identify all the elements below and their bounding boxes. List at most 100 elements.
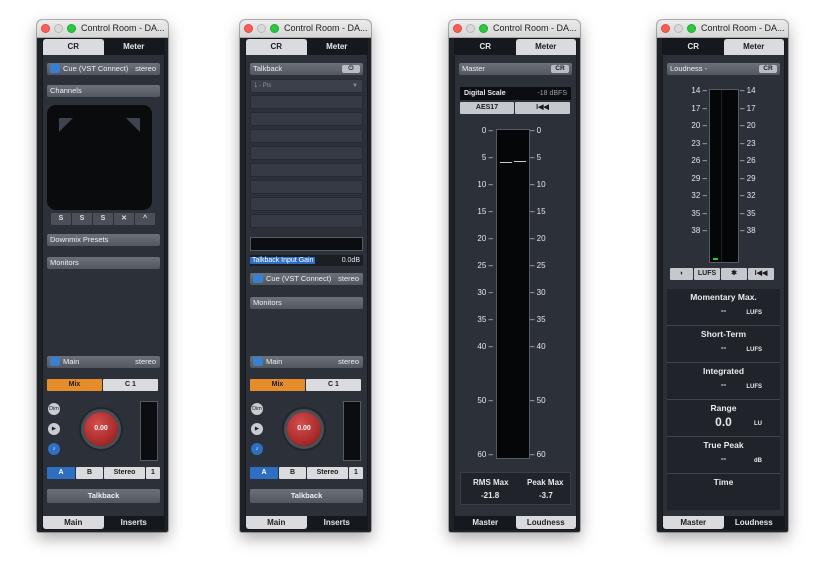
- reference-level-icon[interactable]: ♪: [48, 443, 60, 455]
- tab-meter[interactable]: Meter: [723, 39, 784, 55]
- channels-section[interactable]: Channels: [47, 85, 160, 97]
- reset-button[interactable]: I◀◀: [515, 102, 570, 114]
- surround-panner[interactable]: [47, 105, 152, 210]
- solo-button-3[interactable]: S: [93, 213, 113, 225]
- a-button[interactable]: A: [47, 467, 75, 479]
- window-title: Control Room - DA...: [701, 23, 785, 33]
- minimize-button[interactable]: [54, 24, 63, 33]
- speaker-icon[interactable]: ▶: [48, 423, 60, 435]
- main-selector[interactable]: Main stereo: [250, 356, 363, 368]
- a-button[interactable]: A: [250, 467, 278, 479]
- tab-cr[interactable]: CR: [246, 39, 307, 55]
- pause-icon[interactable]: ◗: [670, 268, 693, 280]
- level-knob[interactable]: 0.00: [287, 412, 321, 446]
- monitors-section[interactable]: Monitors: [250, 297, 363, 309]
- talkback-header[interactable]: Talkback ⏻: [250, 63, 363, 75]
- meter-scale-right-50: – 50: [530, 396, 546, 405]
- tab-master[interactable]: Master: [663, 516, 724, 529]
- tab-loudness[interactable]: Loudness: [723, 516, 784, 529]
- power-icon[interactable]: [253, 357, 263, 366]
- cue-selector[interactable]: Cue (VST Connect) stereo: [47, 63, 160, 75]
- b-button[interactable]: B: [279, 467, 306, 479]
- monitors-section[interactable]: Monitors: [47, 257, 160, 269]
- tab-inserts[interactable]: Inserts: [103, 516, 164, 529]
- zoom-button[interactable]: [270, 24, 279, 33]
- tab-master[interactable]: Master: [455, 516, 516, 529]
- c1-button[interactable]: C 1: [103, 379, 158, 391]
- tab-main[interactable]: Main: [246, 516, 307, 529]
- talkback-button[interactable]: Talkback: [250, 489, 363, 503]
- insert-slot[interactable]: [250, 197, 363, 211]
- reset-button[interactable]: I◀◀: [748, 268, 774, 280]
- minimize-button[interactable]: [466, 24, 475, 33]
- talkback-button[interactable]: Talkback: [47, 489, 160, 503]
- loudness-selector[interactable]: Loudness - CR: [667, 63, 780, 75]
- up-button[interactable]: ^: [135, 213, 155, 225]
- cue-selector[interactable]: Cue (VST Connect) stereo: [250, 273, 363, 285]
- tab-meter[interactable]: Meter: [515, 39, 576, 55]
- close-button[interactable]: [661, 24, 670, 33]
- digital-scale-row[interactable]: Digital Scale -18 dBFS: [460, 87, 571, 100]
- insert-slot[interactable]: [250, 180, 363, 194]
- tab-main[interactable]: Main: [43, 516, 104, 529]
- tab-meter[interactable]: Meter: [103, 39, 164, 55]
- solo-button-1[interactable]: S: [51, 213, 71, 225]
- power-icon[interactable]: ⏻: [342, 65, 360, 73]
- meter-scale-right-30: – 30: [530, 288, 546, 297]
- lufs-button[interactable]: LUFS: [694, 268, 720, 280]
- tab-loudness[interactable]: Loudness: [515, 516, 576, 529]
- clear-button[interactable]: ✕: [114, 213, 134, 225]
- tab-cr[interactable]: CR: [43, 39, 104, 55]
- close-button[interactable]: [244, 24, 253, 33]
- settings-gear-icon[interactable]: ✱: [721, 268, 747, 280]
- loudness-scale-left-26: 26 –: [691, 156, 707, 165]
- downmix-presets[interactable]: Downmix Presets: [47, 234, 160, 246]
- one-button[interactable]: 1: [349, 467, 363, 479]
- power-icon[interactable]: [253, 274, 263, 283]
- insert-slot[interactable]: [250, 112, 363, 126]
- zoom-button[interactable]: [67, 24, 76, 33]
- close-button[interactable]: [453, 24, 462, 33]
- insert-slot[interactable]: [250, 129, 363, 143]
- tab-meter[interactable]: Meter: [306, 39, 367, 55]
- solo-button-2[interactable]: S: [72, 213, 92, 225]
- insert-dropdown[interactable]: 1 - Pts ▼: [250, 79, 363, 93]
- level-knob[interactable]: 0.00: [84, 412, 118, 446]
- stereo-button[interactable]: Stereo: [104, 467, 145, 479]
- dim-button[interactable]: Dim: [251, 403, 263, 415]
- minimize-button[interactable]: [257, 24, 266, 33]
- stereo-button[interactable]: Stereo: [307, 467, 348, 479]
- close-button[interactable]: [41, 24, 50, 33]
- power-icon[interactable]: [50, 357, 60, 366]
- speaker-icon[interactable]: ▶: [251, 423, 263, 435]
- reference-level-icon[interactable]: ♪: [251, 443, 263, 455]
- aes17-button[interactable]: AES17: [460, 102, 514, 114]
- mix-button[interactable]: Mix: [47, 379, 102, 391]
- insert-slot[interactable]: [250, 146, 363, 160]
- loudness-scale-right-29: – 29: [740, 173, 756, 183]
- tab-inserts[interactable]: Inserts: [306, 516, 367, 529]
- power-icon[interactable]: [50, 64, 60, 73]
- zoom-button[interactable]: [687, 24, 696, 33]
- c1-button[interactable]: C 1: [306, 379, 361, 391]
- tab-cr[interactable]: CR: [455, 39, 516, 55]
- minimize-button[interactable]: [674, 24, 683, 33]
- main-selector[interactable]: Main stereo: [47, 356, 160, 368]
- talkback-gain-row[interactable]: Talkback Input Gain 0.0dB: [250, 255, 363, 266]
- insert-slot[interactable]: [250, 95, 363, 109]
- tab-cr[interactable]: CR: [663, 39, 724, 55]
- insert-slot[interactable]: [250, 214, 363, 228]
- cue-format: stereo: [135, 64, 156, 73]
- master-selector[interactable]: Master CR: [459, 63, 572, 75]
- tb-gain-value: 0.0dB: [341, 257, 360, 264]
- dim-button[interactable]: Dim: [48, 403, 60, 415]
- one-button[interactable]: 1: [146, 467, 160, 479]
- mix-button[interactable]: Mix: [250, 379, 305, 391]
- cr-button[interactable]: CR: [551, 65, 569, 73]
- zoom-button[interactable]: [479, 24, 488, 33]
- b-button[interactable]: B: [76, 467, 103, 479]
- master-meter: [496, 129, 530, 459]
- cue-format: stereo: [338, 274, 359, 283]
- cr-button[interactable]: CR: [759, 65, 777, 73]
- insert-slot[interactable]: [250, 163, 363, 177]
